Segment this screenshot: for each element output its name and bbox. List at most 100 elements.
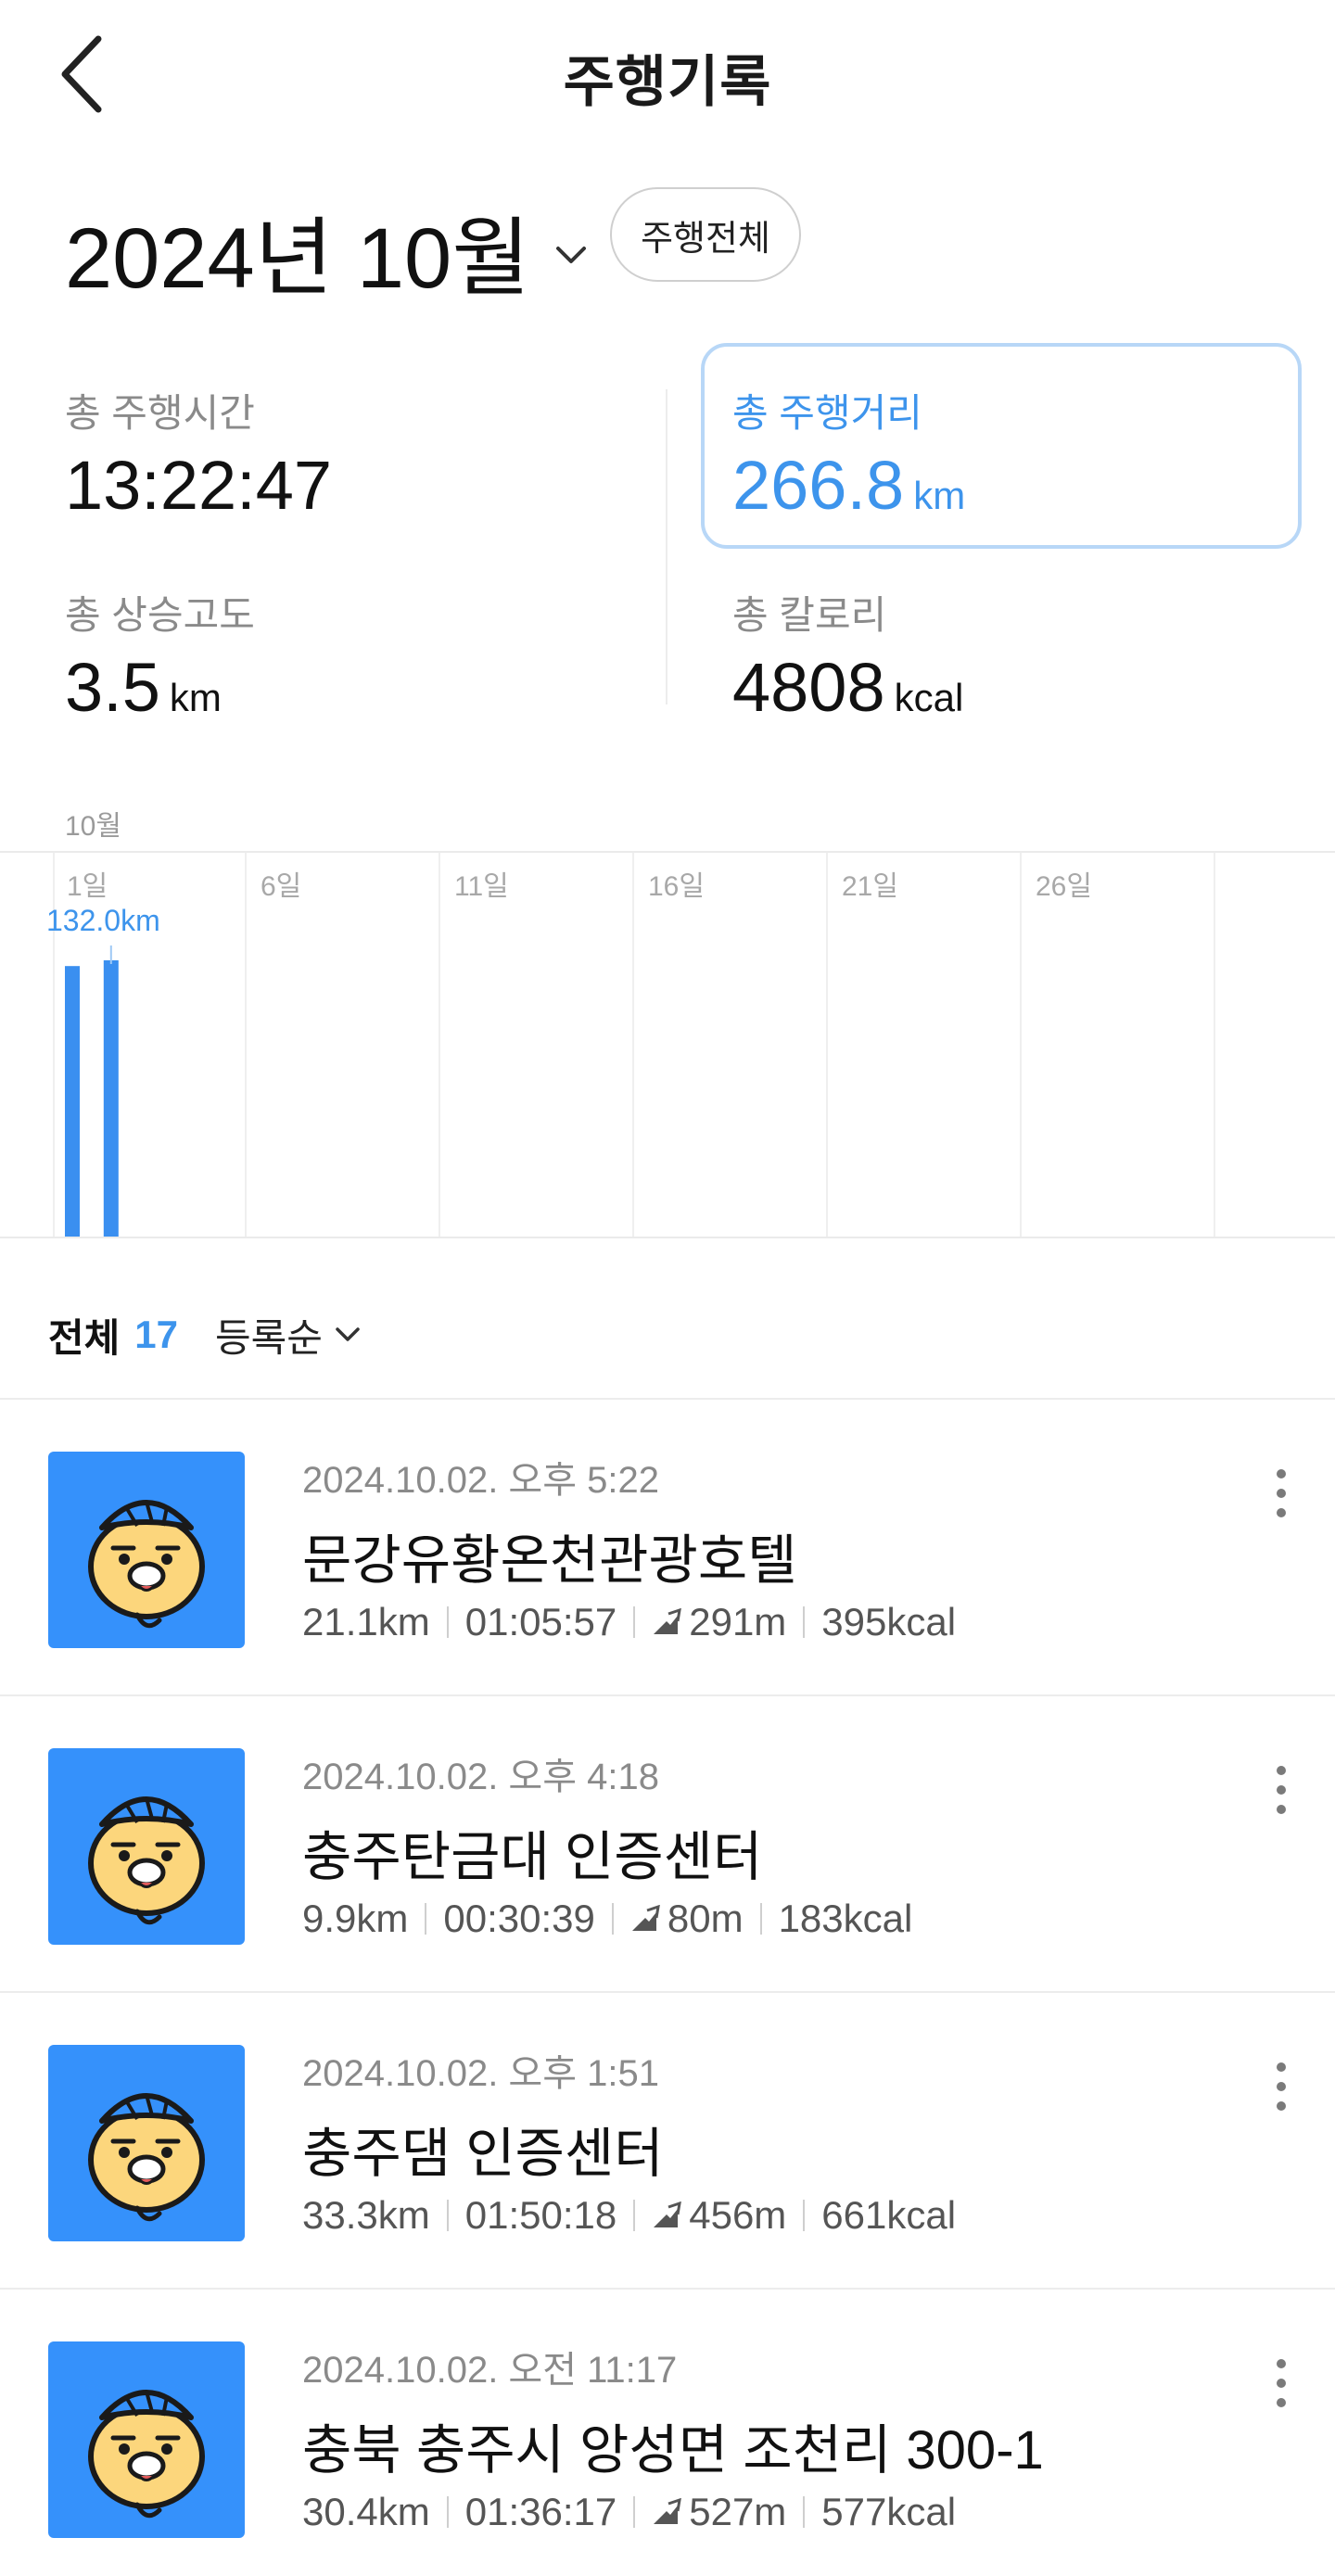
kebab-dot-icon xyxy=(1277,2101,1286,2111)
climb-icon xyxy=(654,2498,682,2524)
stat-value: 4808 kcal xyxy=(732,648,963,727)
ride-calories: 661kcal xyxy=(821,2193,957,2237)
stat-label: 총 주행거리 xyxy=(732,391,922,435)
ride-stats: 33.3km 01:50:18 456m 661kcal xyxy=(302,2193,956,2238)
stat-total-distance: 총 주행거리 266.8 km xyxy=(732,382,965,525)
ride-item[interactable]: 2024.10.02. 오후 1:51 충주댐 인증센터 33.3km 01:5… xyxy=(0,1993,1335,2288)
ride-distance: 30.4km xyxy=(302,2490,430,2533)
ride-title: 문강유황온천관광호텔 xyxy=(302,1530,797,1591)
climb-icon xyxy=(654,1608,682,1634)
kebab-dot-icon xyxy=(1277,2359,1286,2368)
ride-calories: 183kcal xyxy=(778,1897,913,1940)
stat-value: 266.8 km xyxy=(732,446,965,525)
stat-label: 총 상승고도 xyxy=(65,593,255,637)
daily-distance-chart[interactable]: 1일 6일 11일 16일 21일 26일 132.0km xyxy=(0,851,1335,1238)
separator xyxy=(446,2496,449,2528)
ride-calories: 395kcal xyxy=(821,1600,957,1643)
ride-item[interactable]: 2024.10.02. 오전 11:17 충북 충주시 앙성면 조천리 300-… xyxy=(0,2290,1335,2576)
ride-distance: 21.1km xyxy=(302,1600,430,1643)
stat-total-time: 총 주행시간 13:22:47 xyxy=(65,382,332,525)
stat-unit: kcal xyxy=(894,676,964,719)
separator xyxy=(425,1903,427,1935)
chart-x-tick: 26일 xyxy=(1036,871,1092,902)
ride-item[interactable]: 2024.10.02. 오후 4:18 충주탄금대 인증센터 9.9km 00:… xyxy=(0,1696,1335,1991)
ride-item[interactable]: 2024.10.02. 오후 5:22 문강유황온천관광호텔 21.1km 01… xyxy=(0,1400,1335,1694)
ride-thumbnail xyxy=(48,1452,245,1648)
ride-stats: 30.4km 01:36:17 527m 577kcal xyxy=(302,2490,956,2534)
separator xyxy=(803,2496,806,2528)
more-options-button[interactable] xyxy=(1263,2045,1300,2128)
kebab-dot-icon xyxy=(1277,1805,1286,1814)
stat-value: 3.5 km xyxy=(65,648,255,727)
chevron-down-icon xyxy=(336,1327,360,1341)
kebab-dot-icon xyxy=(1277,1785,1286,1795)
ride-datetime: 2024.10.02. 오전 11:17 xyxy=(302,2350,678,2391)
kebab-dot-icon xyxy=(1277,2062,1286,2072)
chart-bar[interactable] xyxy=(65,966,80,1237)
separator xyxy=(446,1606,449,1638)
kebab-dot-icon xyxy=(1277,2082,1286,2091)
chart-data-label: 132.0km xyxy=(46,904,160,937)
all-rides-button[interactable]: 주행전체 xyxy=(610,187,801,282)
ride-duration: 01:50:18 xyxy=(464,2193,617,2237)
kebab-dot-icon xyxy=(1277,1766,1286,1775)
chart-svg: 1일 6일 11일 16일 21일 26일 132.0km xyxy=(46,853,1215,1237)
ride-duration: 00:30:39 xyxy=(443,1897,595,1940)
ride-climb: 527m xyxy=(689,2490,787,2533)
stat-label: 총 주행시간 xyxy=(65,391,255,435)
stat-number: 266.8 xyxy=(732,447,905,524)
separator xyxy=(633,2496,636,2528)
ride-datetime: 2024.10.02. 오후 4:18 xyxy=(302,1757,659,1797)
list-filter: 전체 17 등록순 xyxy=(48,1298,362,1372)
more-options-button[interactable] xyxy=(1263,2341,1300,2425)
bike-character-icon xyxy=(88,1796,205,1925)
separator xyxy=(803,1606,806,1638)
ride-thumbnail xyxy=(48,2045,245,2241)
chart-x-tick: 1일 xyxy=(67,871,108,902)
ride-distance: 9.9km xyxy=(302,1897,409,1940)
separator xyxy=(611,1903,614,1935)
sort-label: 등록순 xyxy=(215,1315,323,1360)
ride-calories: 577kcal xyxy=(821,2490,957,2533)
stat-label: 총 칼로리 xyxy=(732,593,887,637)
month-selector[interactable]: 2024년 10월 xyxy=(65,195,590,306)
ride-title: 충주댐 인증센터 xyxy=(302,2124,664,2184)
filter-all-label: 전체 xyxy=(48,1315,121,1360)
chart-month-label: 10월 xyxy=(65,811,121,842)
top-bar: 주행기록 xyxy=(0,0,1335,148)
stat-total-elevation: 총 상승고도 3.5 km xyxy=(65,584,255,727)
more-options-button[interactable] xyxy=(1263,1748,1300,1832)
bike-character-icon xyxy=(88,2093,205,2222)
kebab-dot-icon xyxy=(1277,1508,1286,1517)
kebab-dot-icon xyxy=(1277,1489,1286,1498)
separator xyxy=(803,2200,806,2231)
kebab-dot-icon xyxy=(1277,1469,1286,1478)
stat-number: 3.5 xyxy=(65,649,160,726)
chart-bar[interactable] xyxy=(103,960,119,1237)
climb-icon xyxy=(631,1905,660,1931)
sort-dropdown[interactable]: 등록순 xyxy=(215,1307,362,1364)
ride-thumbnail xyxy=(48,1748,245,1945)
stat-number: 13:22:47 xyxy=(65,447,333,524)
separator xyxy=(759,1903,762,1935)
kebab-dot-icon xyxy=(1277,2379,1286,2388)
ride-duration: 01:05:57 xyxy=(464,1600,617,1643)
chart-x-tick: 11일 xyxy=(454,871,509,902)
chart-x-tick: 16일 xyxy=(648,871,705,902)
month-label: 2024년 10월 xyxy=(65,210,530,306)
stat-total-calories: 총 칼로리 4808 kcal xyxy=(732,584,963,727)
stats-divider xyxy=(666,389,668,704)
bike-character-icon xyxy=(88,2390,205,2519)
ride-count: 17 xyxy=(134,1313,178,1356)
ride-stats: 21.1km 01:05:57 291m 395kcal xyxy=(302,1600,956,1644)
chart-x-tick: 6일 xyxy=(261,871,301,902)
ride-distance: 33.3km xyxy=(302,2193,430,2237)
ride-title: 충주탄금대 인증센터 xyxy=(302,1827,763,1887)
separator xyxy=(633,2200,636,2231)
ride-datetime: 2024.10.02. 오후 5:22 xyxy=(302,1460,659,1501)
more-options-button[interactable] xyxy=(1263,1452,1300,1535)
ride-thumbnail xyxy=(48,2341,245,2538)
ride-title: 충북 충주시 앙성면 조천리 300-1 xyxy=(302,2420,1044,2481)
ride-climb: 80m xyxy=(667,1897,744,1940)
page-title: 주행기록 xyxy=(563,51,772,113)
